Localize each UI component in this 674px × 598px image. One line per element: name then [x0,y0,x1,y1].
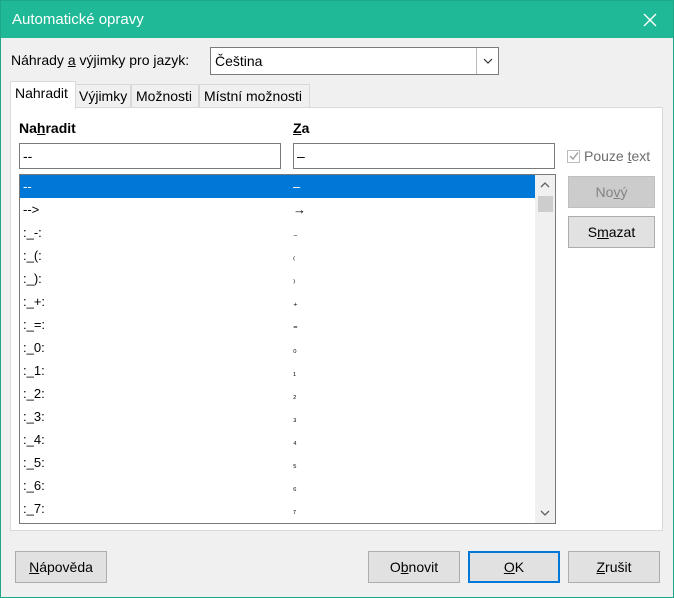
with-cell: ₇ [293,505,297,515]
help-button[interactable]: Nápověda [15,551,107,583]
with-cell: ₋ [293,229,298,239]
replace-cell: --> [23,202,40,217]
ok-button[interactable]: OK [468,551,560,583]
list-item[interactable]: :_1: ₁ [20,359,535,382]
scroll-up-button[interactable] [535,175,555,195]
tab-localized-options[interactable]: Místní možnosti [199,84,310,108]
scrollbar-thumb[interactable] [538,196,553,212]
replace-panel: Nahradit Za -- – Pouze text No v ý Sm azat … [10,107,663,531]
replace-cell: :_5: [23,455,45,470]
chevron-down-icon [483,58,492,64]
replace-cell: :_(: [23,248,42,263]
checkbox-box [567,149,580,163]
list-item[interactable]: :_5: ₅ [20,451,535,474]
with-cell: ₎ [293,275,296,285]
replace-cell: :_2: [23,386,45,401]
with-cell: ₄ [293,436,297,446]
language-select[interactable]: Čeština [210,47,499,75]
replace-cell: :_7: [23,501,45,516]
text-only-checkbox[interactable]: Pouze text [567,148,650,164]
replace-cell: :_-: [23,225,42,240]
with-cell: ₀ [293,344,297,354]
window-title: Automatické opravy [12,11,144,28]
with-cell: – [293,179,301,194]
replace-cell: :_6: [23,478,45,493]
list-item[interactable]: :_(: ₍ [20,244,535,267]
chevron-up-icon [540,182,550,188]
chevron-down-icon [540,510,550,516]
tab-exceptions[interactable]: Výjimky [74,84,131,108]
replace-cell: :_1: [23,363,45,378]
scroll-down-button[interactable] [535,503,555,523]
autocorrect-dialog: Automatické opravy Náhrady a výjimky pro… [0,0,674,598]
tab-label: Nahradit [15,85,68,101]
close-icon [643,13,657,26]
list-item[interactable]: :_3: ₃ [20,405,535,428]
replace-cell: :_4: [23,432,45,447]
replace-cell: :_=: [23,317,46,332]
list-item[interactable]: :_): ₎ [20,267,535,290]
with-cell: ₂ [293,390,297,400]
with-cell: ₍ [293,252,296,262]
replace-input[interactable]: -- [19,143,281,169]
with-cell: ₌ [293,321,298,331]
list-item[interactable]: --> → [20,198,535,221]
title-bar: Automatické opravy [1,1,673,38]
text-only-label: Pouze text [584,148,651,164]
tab-replace[interactable]: Nahradit [10,81,76,109]
with-column-header: Za [293,120,310,136]
replace-cell: :_0: [23,340,45,355]
list-item[interactable]: :_2: ₂ [20,382,535,405]
close-button[interactable] [627,1,673,38]
checkmark-icon [569,152,579,161]
list-item[interactable]: :_=: ₌ [20,313,535,336]
tab-label: Možnosti [136,88,193,104]
with-cell: → [293,202,306,217]
replace-cell: :_3: [23,409,45,424]
replacement-list[interactable]: -- – --> → :_-: ₋ :_(: ₍ :_): ₎ :_+: ₊ :_=: ₌ :… [19,174,556,524]
dropdown-button[interactable] [476,48,498,74]
cancel-button[interactable]: Zrušit [568,551,660,583]
delete-button[interactable]: Sm azat [568,216,655,248]
list-item[interactable]: :_0: ₀ [20,336,535,359]
language-row: Náhrady a výjimky pro jazyk: Čeština [11,47,511,75]
list-item[interactable]: :_+: ₊ [20,290,535,313]
replace-cell: :_+: [23,294,46,309]
replace-cell: :_): [23,271,42,286]
with-cell: ₅ [293,459,297,469]
list-item[interactable]: -- – [20,175,535,198]
with-input[interactable]: – [293,143,555,169]
language-value: Čeština [215,53,263,69]
with-cell: ₊ [293,298,298,308]
replace-column-header: Nahradit [19,120,76,136]
tab-label: Výjimky [79,88,128,104]
list-item[interactable]: :_7: ₇ [20,497,535,520]
with-cell: ₃ [293,413,297,423]
reset-button[interactable]: Ob novit [368,551,460,583]
tab-options[interactable]: Možnosti [131,84,199,108]
replace-cell: -- [23,179,32,194]
list-item[interactable]: :_-: ₋ [20,221,535,244]
tab-label: Místní možnosti [204,88,303,104]
new-button[interactable]: No v ý [568,176,655,208]
with-cell: ₆ [293,482,297,492]
list-item[interactable]: :_6: ₆ [20,474,535,497]
language-label: Náhrady a výjimky pro jazyk: [11,52,190,68]
with-cell: ₁ [293,367,297,377]
vertical-scrollbar[interactable] [535,175,555,523]
list-item[interactable]: :_4: ₄ [20,428,535,451]
